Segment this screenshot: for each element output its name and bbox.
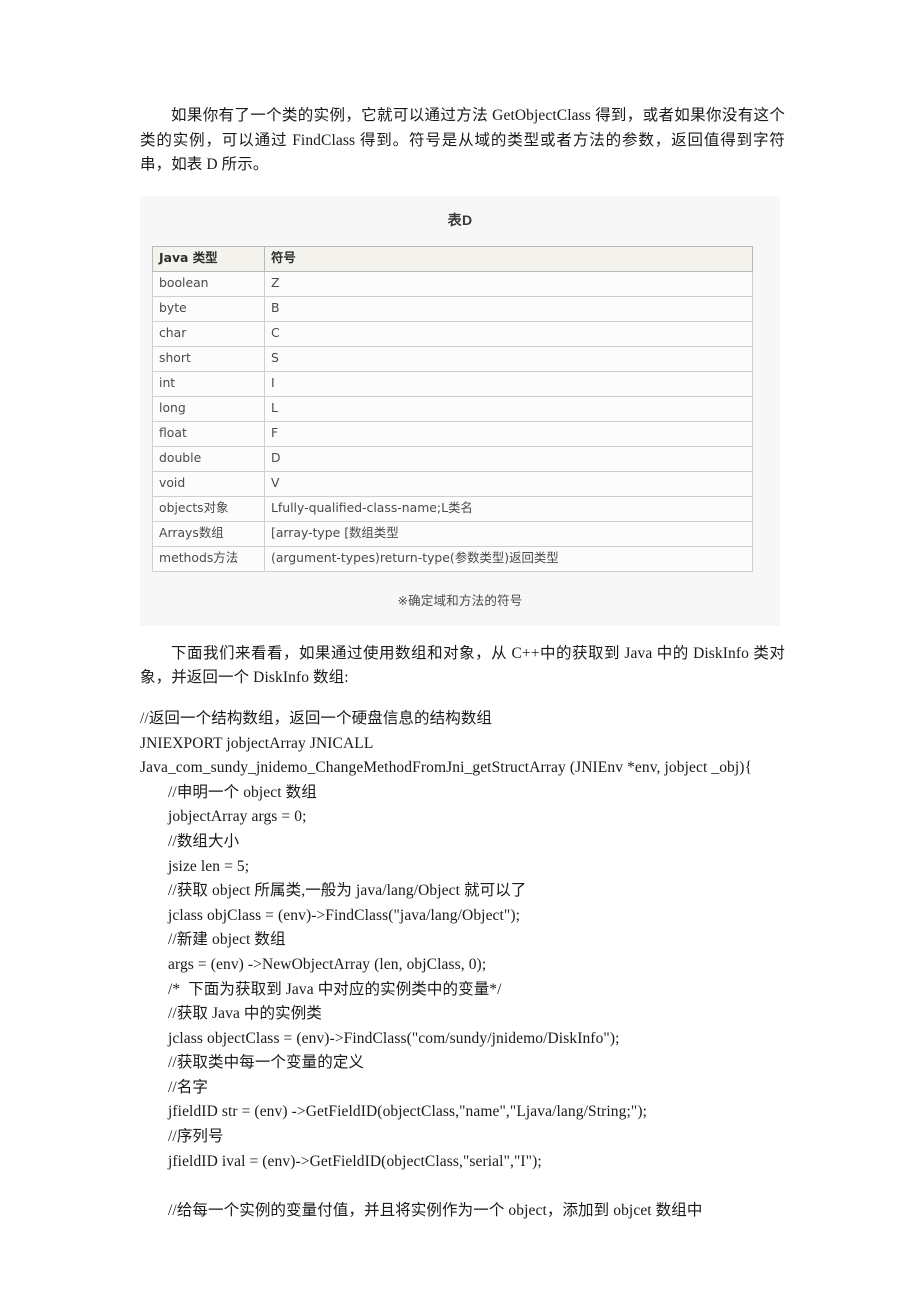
code-line: /* 下面为获取到 Java 中对应的实例类中的变量*/	[168, 980, 502, 998]
table-row: long L	[152, 395, 753, 422]
table-row: methods方法 (argument-types)return-type(参数类…	[152, 545, 753, 572]
intro-paragraph: 如果你有了一个类的实例，它就可以通过方法 GetObjectClass 得到，或…	[140, 107, 785, 174]
code-line: jsize len = 5;	[168, 857, 250, 875]
table-row: void V	[152, 470, 753, 497]
code-line: //数组大小	[168, 832, 240, 850]
code-line: jclass objectClass = (env)->FindClass("c…	[168, 1029, 620, 1047]
cell-java-type: int	[152, 370, 265, 397]
code-line: jobjectArray args = 0;	[168, 808, 307, 826]
code-line: //获取 object 所属类,一般为 java/lang/Object 就可以…	[168, 882, 527, 900]
table-row: float F	[152, 420, 753, 447]
code-line: //获取类中每一个变量的定义	[168, 1054, 365, 1072]
cell-signature: S	[264, 345, 753, 372]
cell-java-type: boolean	[152, 270, 265, 297]
code-line: jfieldID ival = (env)->GetFieldID(object…	[168, 1152, 542, 1170]
cell-signature: (argument-types)return-type(参数类型)返回类型	[264, 545, 753, 572]
code-listing: //返回一个结构数组，返回一个硬盘信息的结构数组 JNIEXPORT jobjec…	[140, 707, 785, 1223]
after-table-paragraph: 下面我们来看看，如果通过使用数组和对象，从 C++中的获取到 Java 中的 D…	[140, 644, 785, 687]
cell-signature: [array-type [数组类型	[264, 520, 753, 547]
cell-java-type: methods方法	[152, 545, 265, 572]
cell-signature: L	[264, 395, 753, 422]
table-caption: ※确定域和方法的符号	[397, 592, 523, 608]
cell-signature: C	[264, 320, 753, 347]
code-line: JNIEXPORT jobjectArray JNICALL	[140, 734, 374, 752]
cell-java-type: short	[152, 345, 265, 372]
table-row: int I	[152, 370, 753, 397]
cell-java-type: double	[152, 445, 265, 472]
table-row: byte B	[152, 295, 753, 322]
document-page: 如果你有了一个类的实例，它就可以通过方法 GetObjectClass 得到，或…	[0, 0, 920, 1302]
table-row: char C	[152, 320, 753, 347]
code-line: Java_com_sundy_jnidemo_ChangeMethodFromJ…	[140, 759, 753, 777]
cell-signature: Z	[264, 270, 753, 297]
code-line: //新建 object 数组	[168, 931, 286, 949]
table-head: Java 类型 符号	[152, 245, 753, 272]
cell-java-type: void	[152, 470, 265, 497]
cell-java-type: long	[152, 395, 265, 422]
table-title: 表D	[447, 211, 473, 228]
cell-java-type: char	[152, 320, 265, 347]
table-body: boolean Zbyte Bchar Cshort Sint Ilong Lfloat Fd…	[152, 270, 753, 572]
cell-signature: V	[264, 470, 753, 497]
code-line: //给每一个实例的变量付值，并且将实例作为一个 object，添加到 objce…	[168, 1201, 703, 1219]
jni-signature-table: Java 类型 符号 boolean Zbyte Bchar Cshort Sint Il…	[152, 245, 753, 572]
code-line: //获取 Java 中的实例类	[168, 1005, 322, 1023]
cell-signature: Lfully-qualified-class-name;L类名	[264, 495, 753, 522]
cell-signature: B	[264, 295, 753, 322]
code-line: //名字	[168, 1078, 209, 1096]
table-row: boolean Z	[152, 270, 753, 297]
code-line: jfieldID str = (env) ->GetFieldID(object…	[168, 1103, 648, 1121]
table-header-row: Java 类型 符号	[152, 245, 753, 272]
cell-java-type: Arrays数组	[152, 520, 265, 547]
code-line: jclass objClass = (env)->FindClass("java…	[168, 906, 521, 924]
code-line: //序列号	[168, 1128, 224, 1146]
table-row: objects对象 Lfully-qualified-class-name;L类名	[152, 495, 753, 522]
cell-java-type: float	[152, 420, 265, 447]
cell-java-type: byte	[152, 295, 265, 322]
code-line: args = (env) ->NewObjectArray (len, objC…	[168, 955, 487, 973]
table-scroll-area: Java 类型 符号 boolean Zbyte Bchar Cshort Sint Il…	[140, 245, 780, 572]
column-header-java-type: Java 类型	[152, 245, 265, 272]
code-line: //申明一个 object 数组	[168, 783, 317, 801]
page-content: 如果你有了一个类的实例，它就可以通过方法 GetObjectClass 得到，或…	[140, 104, 785, 1223]
table-row: Arrays数组 [array-type [数组类型	[152, 520, 753, 547]
cell-signature: F	[264, 420, 753, 447]
cell-signature: I	[264, 370, 753, 397]
table-row: double D	[152, 445, 753, 472]
signature-table-figure: 表D Java 类型 符号 boolean Zbyte Bchar Cshort Sin…	[140, 195, 780, 626]
code-line: //返回一个结构数组，返回一个硬盘信息的结构数组	[140, 709, 493, 727]
column-header-signature: 符号	[264, 245, 753, 272]
cell-signature: D	[264, 445, 753, 472]
cell-java-type: objects对象	[152, 495, 265, 522]
table-row: short S	[152, 345, 753, 372]
